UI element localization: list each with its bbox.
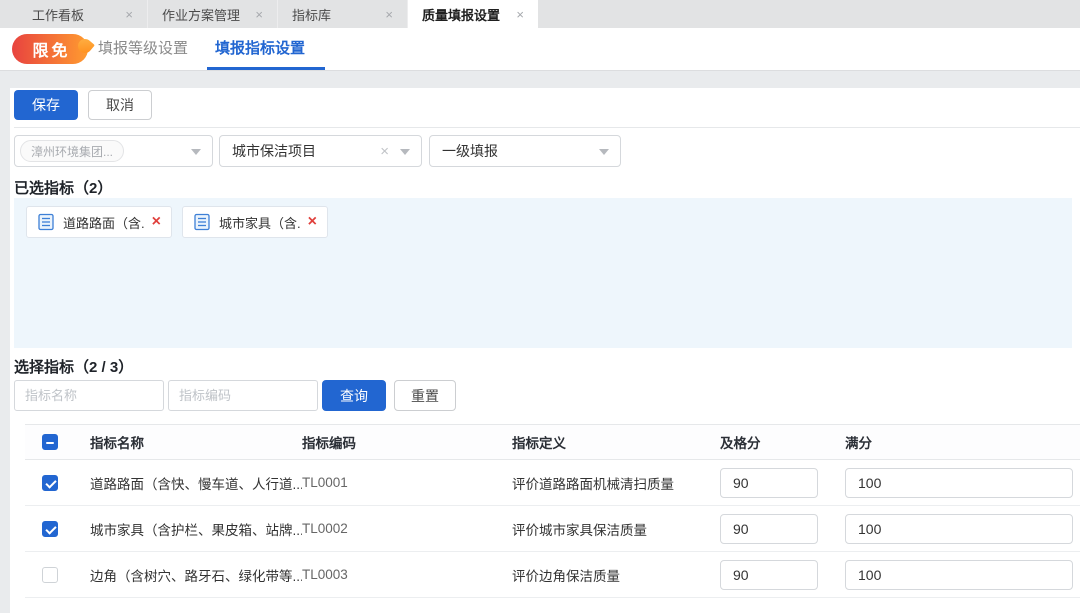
chevron-down-icon — [599, 149, 609, 155]
chip-label: 道路路面（含... — [63, 213, 144, 232]
row-checkbox[interactable] — [42, 475, 58, 491]
close-icon[interactable]: × — [516, 8, 524, 21]
cancel-button[interactable]: 取消 — [88, 90, 152, 120]
reset-button[interactable]: 重置 — [394, 380, 456, 411]
full-score-input[interactable] — [845, 468, 1073, 498]
col-header-full-score: 满分 — [845, 432, 1080, 452]
limited-free-badge: 限免 — [12, 34, 88, 64]
project-select-value: 城市保洁项目 — [232, 141, 316, 161]
tab-indicator-library[interactable]: 指标库 × — [278, 0, 408, 28]
org-tag: 漳州环境集团... — [20, 140, 124, 162]
indicator-code: TL0003 — [302, 567, 512, 582]
chip-label: 城市家具（含... — [219, 213, 300, 232]
indicator-name: 边角（含树穴、路牙石、绿化带等... — [90, 565, 302, 585]
selected-indicators-panel: 道路路面（含... × 城市家具（含... × — [14, 198, 1072, 348]
close-icon[interactable]: × — [125, 8, 133, 21]
col-header-definition: 指标定义 — [512, 432, 720, 452]
save-button[interactable]: 保存 — [14, 90, 78, 120]
row-checkbox[interactable] — [42, 567, 58, 583]
workspace-tab-bar: 工作看板 × 作业方案管理 × 指标库 × 质量填报设置 × — [0, 0, 1080, 28]
sub-nav-bar: 限免 填报等级设置 填报指标设置 — [0, 28, 1080, 70]
document-icon — [37, 213, 55, 231]
table-header-row: 指标名称 指标编码 指标定义 及格分 满分 — [25, 424, 1080, 460]
indicator-definition: 评价城市家具保洁质量 — [512, 519, 720, 539]
indicator-name: 道路路面（含快、慢车道、人行道... — [90, 473, 302, 493]
row-checkbox[interactable] — [42, 521, 58, 537]
table-row: 边角（含树穴、路牙石、绿化带等... TL0003 评价边角保洁质量 — [25, 552, 1080, 598]
project-select[interactable]: 城市保洁项目 × — [219, 135, 422, 167]
pass-score-input[interactable] — [720, 560, 818, 590]
tab-label: 作业方案管理 — [162, 5, 240, 24]
col-header-name: 指标名称 — [90, 432, 302, 452]
tab-report-level-settings[interactable]: 填报等级设置 — [98, 28, 188, 70]
report-level-select[interactable]: 一级填报 — [429, 135, 621, 167]
indicator-code: TL0001 — [302, 475, 512, 490]
select-all-checkbox[interactable] — [42, 434, 58, 450]
pass-score-input[interactable] — [720, 514, 818, 544]
org-select[interactable]: 漳州环境集团... — [14, 135, 213, 167]
indicator-name: 城市家具（含护栏、果皮箱、站牌... — [90, 519, 302, 539]
close-icon[interactable]: × — [385, 8, 393, 21]
document-icon — [193, 213, 211, 231]
search-button[interactable]: 查询 — [322, 380, 386, 411]
page-left-margin — [0, 88, 10, 613]
selected-indicator-chip: 道路路面（含... × — [26, 206, 172, 238]
tab-report-indicator-settings[interactable]: 填报指标设置 — [215, 28, 305, 70]
tab-label: 工作看板 — [32, 5, 84, 24]
pass-score-input[interactable] — [720, 468, 818, 498]
indicator-name-input[interactable] — [14, 380, 164, 411]
section-divider-band — [0, 70, 1080, 88]
selected-indicator-chip: 城市家具（含... × — [182, 206, 328, 238]
chip-remove-icon[interactable]: × — [152, 214, 161, 230]
indicator-definition: 评价道路路面机械清扫质量 — [512, 473, 720, 493]
choose-indicators-title: 选择指标（2 / 3） — [14, 356, 133, 377]
col-header-pass-score: 及格分 — [720, 432, 845, 452]
selected-indicators-title: 已选指标（2） — [14, 177, 112, 198]
indicator-code-input[interactable] — [168, 380, 318, 411]
tab-label: 指标库 — [292, 5, 331, 24]
table-row: 道路路面（含快、慢车道、人行道... TL0001 评价道路路面机械清扫质量 — [25, 460, 1080, 506]
tab-work-plan-management[interactable]: 作业方案管理 × — [148, 0, 278, 28]
col-header-code: 指标编码 — [302, 432, 512, 452]
clear-icon[interactable]: × — [380, 143, 389, 161]
indicator-code: TL0002 — [302, 521, 512, 536]
full-score-input[interactable] — [845, 514, 1073, 544]
chip-remove-icon[interactable]: × — [308, 214, 317, 230]
tab-label: 质量填报设置 — [422, 5, 500, 24]
table-row: 城市家具（含护栏、果皮箱、站牌... TL0002 评价城市家具保洁质量 — [25, 506, 1080, 552]
indicator-definition: 评价边角保洁质量 — [512, 565, 720, 585]
close-icon[interactable]: × — [255, 8, 263, 21]
indicator-table: 指标名称 指标编码 指标定义 及格分 满分 道路路面（含快、慢车道、人行道...… — [25, 424, 1080, 598]
toolbar-divider — [14, 127, 1080, 128]
tab-quality-report-settings[interactable]: 质量填报设置 × — [408, 0, 538, 28]
report-level-select-value: 一级填报 — [442, 141, 498, 161]
chevron-down-icon — [400, 149, 410, 155]
tab-work-dashboard[interactable]: 工作看板 × — [18, 0, 148, 28]
chevron-down-icon — [191, 149, 201, 155]
full-score-input[interactable] — [845, 560, 1073, 590]
